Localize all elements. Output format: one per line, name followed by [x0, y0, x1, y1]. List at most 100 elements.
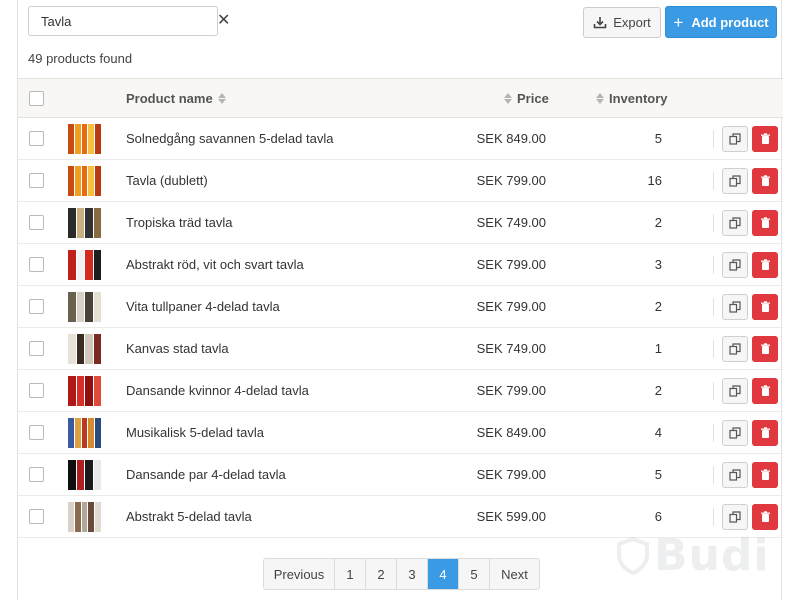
product-name[interactable]: Dansande kvinnor 4-delad tavla: [126, 383, 309, 398]
product-name[interactable]: Musikalisk 5-delad tavla: [126, 425, 264, 440]
product-price: SEK 849.00: [476, 131, 546, 146]
copy-icon: [729, 427, 741, 439]
page-3-button[interactable]: 3: [397, 559, 428, 589]
product-inventory: 2: [654, 383, 662, 398]
duplicate-button[interactable]: [722, 252, 748, 278]
product-inventory: 2: [654, 215, 662, 230]
table-header: Product name Price Inventory: [18, 78, 783, 118]
table-row[interactable]: Vita tullpaner 4-delad tavla SEK 799.00 2: [18, 286, 783, 328]
row-checkbox[interactable]: [29, 509, 44, 524]
page-2-button[interactable]: 2: [366, 559, 397, 589]
search-input[interactable]: [41, 13, 217, 29]
product-thumbnail: [68, 166, 101, 196]
row-checkbox[interactable]: [29, 257, 44, 272]
table-row[interactable]: Musikalisk 5-delad tavla SEK 849.00 4: [18, 412, 783, 454]
delete-button[interactable]: [752, 126, 778, 152]
clear-search-icon[interactable]: ✕: [217, 13, 230, 29]
divider: [713, 382, 714, 400]
product-thumbnail: [68, 460, 101, 490]
table-row[interactable]: Solnedgång savannen 5-delad tavla SEK 849…: [18, 118, 783, 160]
duplicate-button[interactable]: [722, 126, 748, 152]
product-name[interactable]: Abstrakt röd, vit och svart tavla: [126, 257, 304, 272]
row-checkbox[interactable]: [29, 467, 44, 482]
sort-by-price-header[interactable]: Price: [504, 91, 549, 106]
product-list-panel: ✕ Export + Add product 49 products found…: [17, 0, 783, 600]
product-thumbnail: [68, 334, 101, 364]
duplicate-button[interactable]: [722, 168, 748, 194]
page-5-button[interactable]: 5: [459, 559, 490, 589]
delete-button[interactable]: [752, 336, 778, 362]
product-thumbnail: [68, 292, 101, 322]
delete-button[interactable]: [752, 504, 778, 530]
table-row[interactable]: Dansande kvinnor 4-delad tavla SEK 799.00…: [18, 370, 783, 412]
divider: [713, 214, 714, 232]
table-row[interactable]: Dansande par 4-delad tavla SEK 799.00 5: [18, 454, 783, 496]
product-name[interactable]: Tropiska träd tavla: [126, 215, 232, 230]
product-inventory: 5: [654, 467, 662, 482]
product-name[interactable]: Kanvas stad tavla: [126, 341, 229, 356]
row-checkbox[interactable]: [29, 173, 44, 188]
trash-icon: [760, 301, 771, 313]
product-name[interactable]: Vita tullpaner 4-delad tavla: [126, 299, 280, 314]
divider: [713, 340, 714, 358]
page-4-button[interactable]: 4: [428, 559, 459, 589]
row-checkbox[interactable]: [29, 383, 44, 398]
duplicate-button[interactable]: [722, 378, 748, 404]
duplicate-button[interactable]: [722, 336, 748, 362]
next-page-button[interactable]: Next: [490, 559, 539, 589]
delete-button[interactable]: [752, 168, 778, 194]
table-row[interactable]: Kanvas stad tavla SEK 749.00 1: [18, 328, 783, 370]
export-label: Export: [613, 15, 651, 30]
delete-button[interactable]: [752, 294, 778, 320]
product-price: SEK 799.00: [476, 257, 546, 272]
row-checkbox[interactable]: [29, 425, 44, 440]
table-row[interactable]: Tropiska träd tavla SEK 749.00 2: [18, 202, 783, 244]
duplicate-button[interactable]: [722, 420, 748, 446]
product-name[interactable]: Solnedgång savannen 5-delad tavla: [126, 131, 333, 146]
product-thumbnail: [68, 376, 101, 406]
duplicate-button[interactable]: [722, 462, 748, 488]
trash-icon: [760, 259, 771, 271]
row-checkbox[interactable]: [29, 299, 44, 314]
product-price: SEK 849.00: [476, 425, 546, 440]
row-checkbox[interactable]: [29, 215, 44, 230]
delete-button[interactable]: [752, 378, 778, 404]
add-product-button[interactable]: + Add product: [665, 6, 777, 38]
sort-by-inventory-header[interactable]: Inventory: [596, 91, 668, 106]
shield-logo-icon: [617, 536, 649, 575]
copy-icon: [729, 385, 741, 397]
copy-icon: [729, 343, 741, 355]
product-name[interactable]: Abstrakt 5-delad tavla: [126, 509, 252, 524]
search-box[interactable]: ✕: [28, 6, 230, 36]
duplicate-button[interactable]: [722, 504, 748, 530]
product-name[interactable]: Tavla (dublett): [126, 173, 208, 188]
trash-icon: [760, 469, 771, 481]
product-inventory: 1: [654, 341, 662, 356]
delete-button[interactable]: [752, 462, 778, 488]
product-price: SEK 799.00: [476, 467, 546, 482]
previous-page-button[interactable]: Previous: [264, 559, 335, 589]
product-inventory: 2: [654, 299, 662, 314]
select-all-checkbox[interactable]: [29, 91, 44, 106]
duplicate-button[interactable]: [722, 210, 748, 236]
table-row[interactable]: Tavla (dublett) SEK 799.00 16: [18, 160, 783, 202]
products-table: Product name Price Inventory Solnedgång …: [18, 78, 783, 538]
duplicate-button[interactable]: [722, 294, 748, 320]
row-checkbox[interactable]: [29, 131, 44, 146]
row-checkbox[interactable]: [29, 341, 44, 356]
product-name[interactable]: Dansande par 4-delad tavla: [126, 467, 286, 482]
divider: [713, 424, 714, 442]
sort-icon: [504, 93, 512, 104]
divider: [713, 172, 714, 190]
sort-by-name-header[interactable]: Product name: [126, 91, 226, 106]
export-button[interactable]: Export: [583, 7, 661, 38]
watermark: Budi: [616, 530, 769, 581]
delete-button[interactable]: [752, 252, 778, 278]
copy-icon: [729, 511, 741, 523]
copy-icon: [729, 301, 741, 313]
page-1-button[interactable]: 1: [335, 559, 366, 589]
table-row[interactable]: Abstrakt röd, vit och svart tavla SEK 799…: [18, 244, 783, 286]
product-inventory: 5: [654, 131, 662, 146]
delete-button[interactable]: [752, 420, 778, 446]
delete-button[interactable]: [752, 210, 778, 236]
